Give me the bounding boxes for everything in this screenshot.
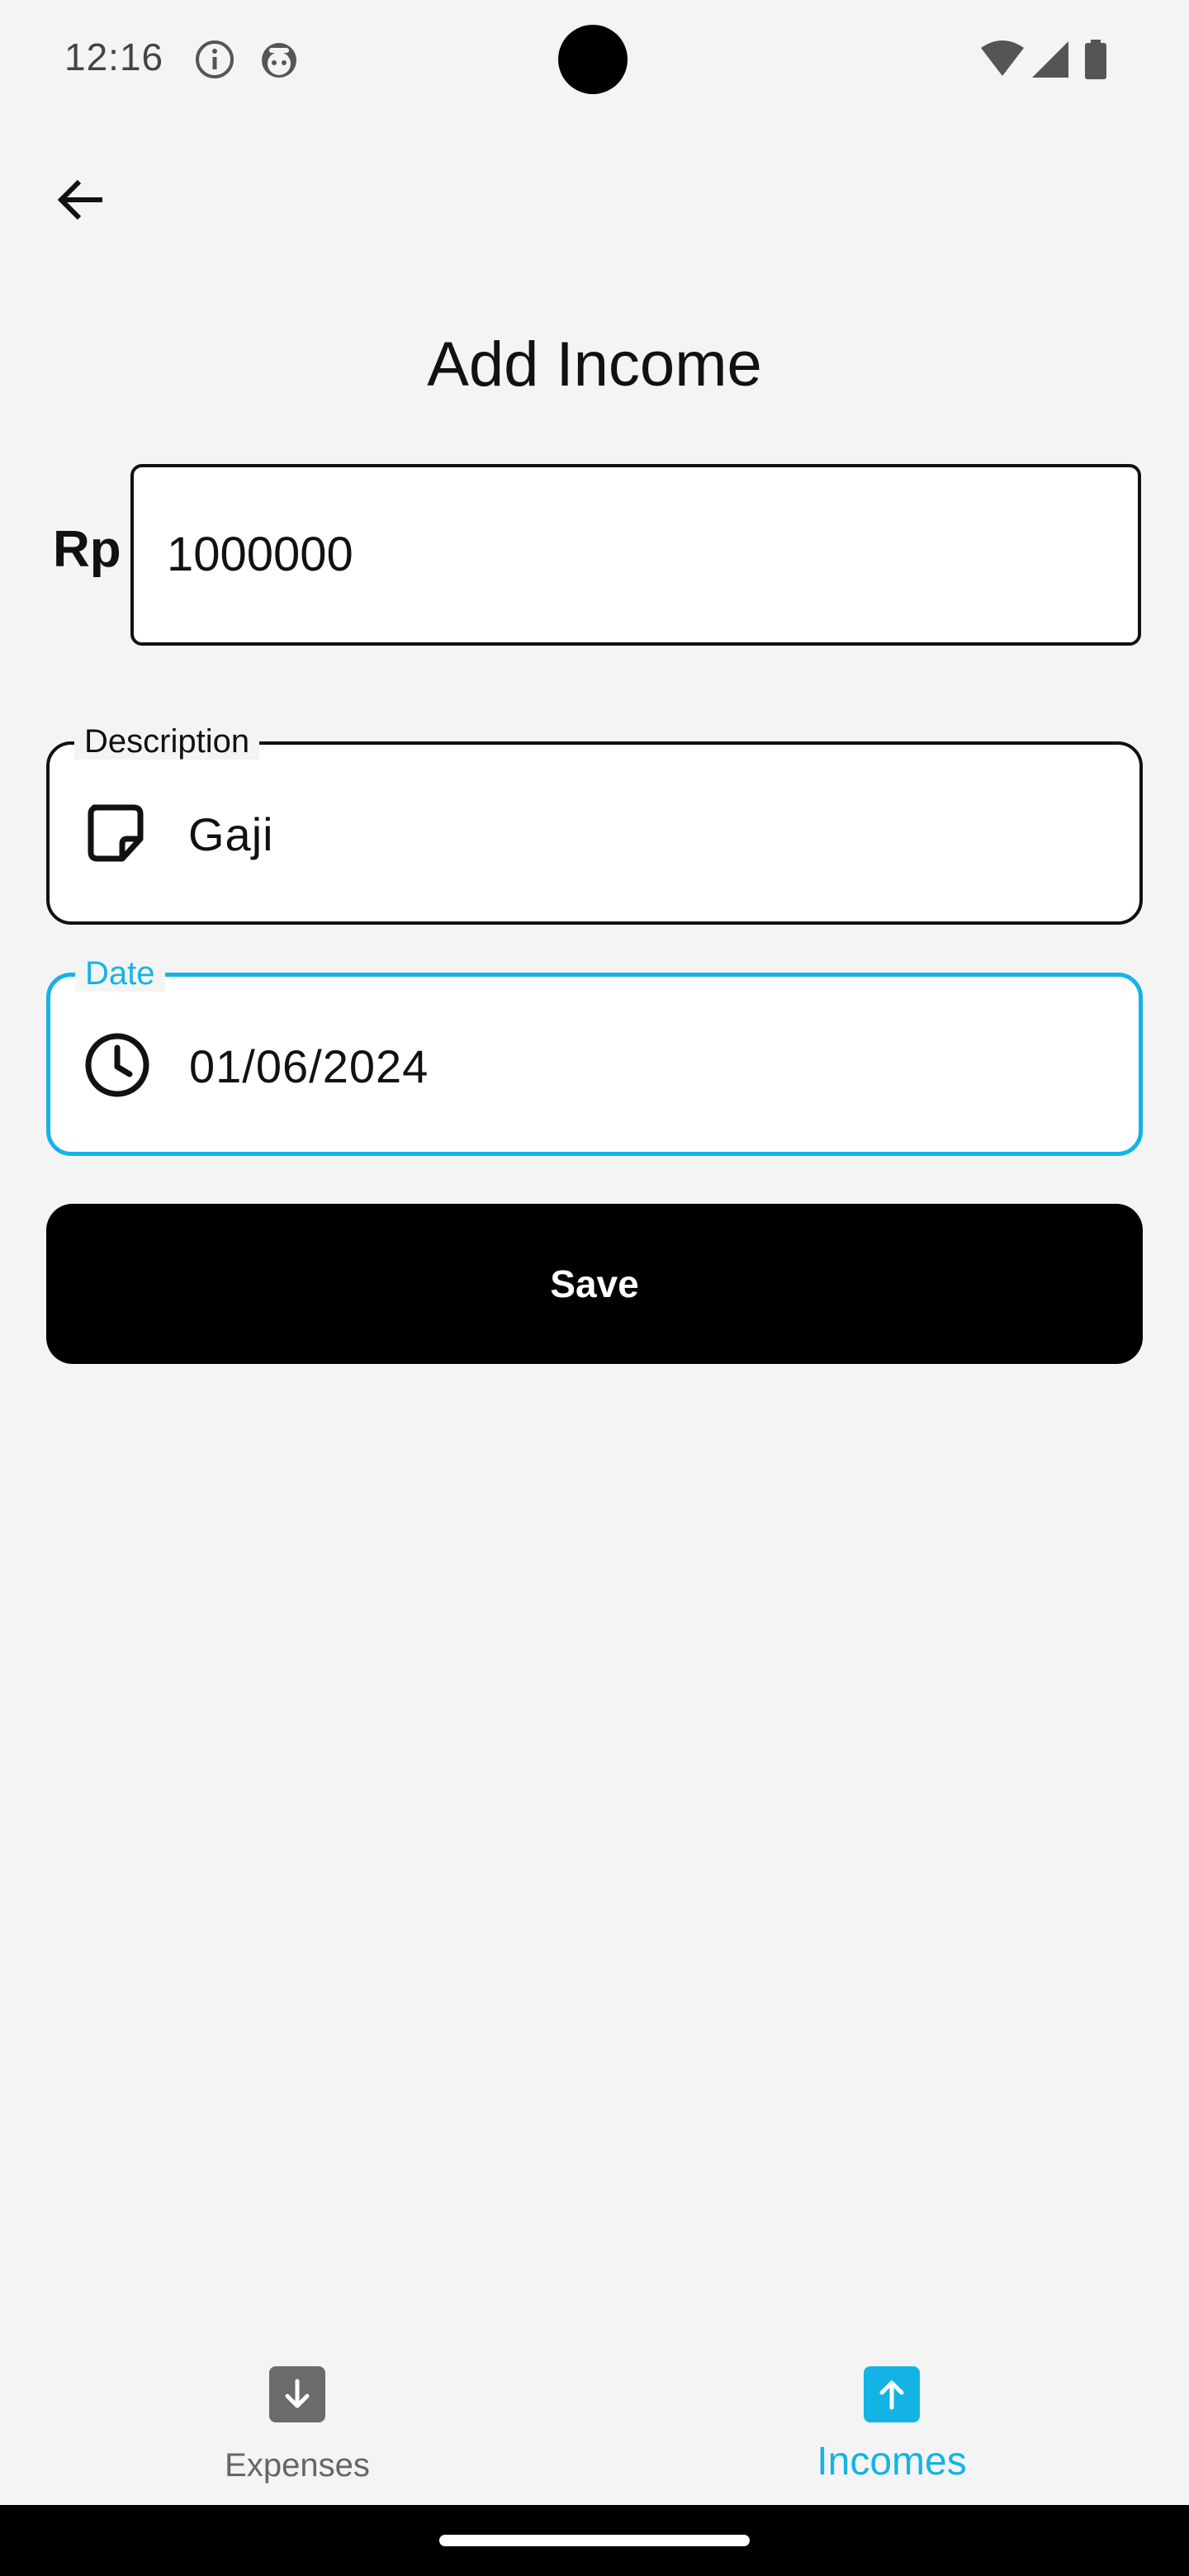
currency-label: Rp — [53, 521, 121, 578]
camera-cutout — [558, 25, 628, 94]
description-value: Gaji — [188, 808, 274, 860]
sticky-note-icon — [88, 804, 144, 862]
amount-value: 1000000 — [167, 528, 353, 581]
amount-input[interactable]: 1000000 — [130, 464, 1141, 646]
gesture-navigation-bar — [0, 2505, 1189, 2576]
gesture-handle[interactable] — [439, 2535, 750, 2546]
info-icon — [196, 40, 234, 78]
description-label: Description — [74, 723, 260, 760]
bottom-navigation: Expenses Incomes — [0, 2342, 1189, 2505]
cellular-signal-icon — [1032, 41, 1068, 78]
save-button[interactable]: Save — [46, 1204, 1143, 1364]
date-label: Date — [75, 955, 165, 992]
description-field[interactable]: Description Gaji — [46, 723, 1143, 925]
battery-icon — [1085, 40, 1106, 79]
status-time: 12:16 — [64, 36, 164, 78]
nav-label-expenses: Expenses — [225, 2447, 370, 2484]
date-value: 01/06/2024 — [189, 1040, 429, 1092]
clock-icon — [85, 1033, 149, 1097]
status-bar: 12:16 — [0, 0, 1189, 122]
page-title: Add Income — [427, 329, 762, 400]
date-field[interactable]: Date 01/06/2024 — [46, 955, 1143, 1156]
nav-item-incomes[interactable]: Incomes — [594, 2342, 1189, 2505]
nav-label-incomes: Incomes — [817, 2440, 967, 2484]
robot-face-icon — [262, 43, 296, 78]
arrow-up-icon — [864, 2366, 920, 2422]
arrow-down-icon — [269, 2366, 325, 2422]
back-button[interactable] — [43, 162, 119, 238]
nav-item-expenses[interactable]: Expenses — [0, 2342, 594, 2505]
wifi-icon — [981, 40, 1024, 76]
arrow-back-icon — [57, 179, 102, 220]
